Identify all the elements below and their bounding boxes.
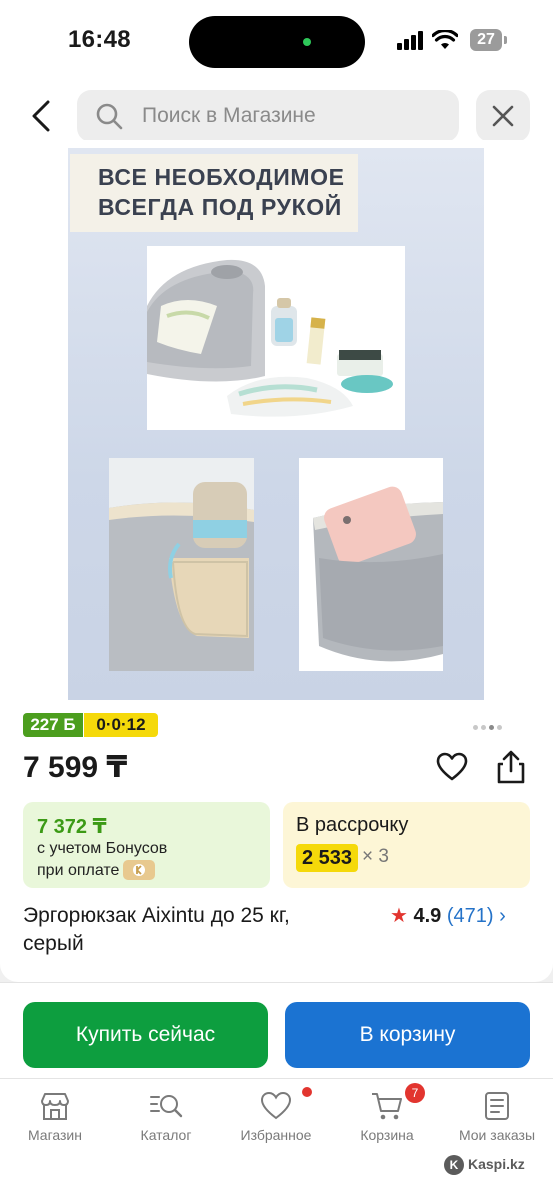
tab-label: Каталог — [140, 1127, 192, 1143]
bottle-pocket-illustration — [109, 458, 254, 671]
favorites-notification-dot — [302, 1087, 312, 1097]
bonus-note-line2: при оплате — [37, 862, 120, 879]
cellular-signal-icon — [397, 30, 425, 50]
privacy-indicator-dot — [303, 38, 311, 46]
installment-amount: 2 533 — [296, 844, 359, 872]
shop-icon — [41, 1093, 69, 1120]
tab-favorites[interactable]: Избранное — [221, 1091, 331, 1143]
installment-label: В рассрочку — [296, 814, 409, 836]
bonus-note-line1: с учетом Бонусов — [37, 840, 168, 857]
back-button[interactable] — [24, 96, 60, 136]
cart-count-badge: 7 — [405, 1083, 425, 1103]
status-time: 16:48 — [68, 26, 131, 53]
battery-tip — [504, 36, 507, 44]
product-image-carousel[interactable]: ВСЕ НЕОБХОДИМОЕ ВСЕГДА ПОД РУКОЙ — [68, 148, 484, 700]
close-icon — [492, 105, 514, 127]
share-button[interactable] — [495, 750, 527, 784]
battery-icon: 27 — [470, 29, 502, 51]
watermark-text: Kaspi.kz — [468, 1156, 525, 1172]
tab-catalog[interactable]: Каталог — [111, 1091, 221, 1143]
tab-cart[interactable]: Корзина — [332, 1091, 442, 1143]
product-card: ВСЕ НЕОБХОДИМОЕ ВСЕГДА ПОД РУКОЙ 227 Б 0… — [0, 140, 553, 982]
product-price: 7 599 ₸ — [23, 751, 128, 784]
tab-label: Избранное — [240, 1127, 312, 1143]
status-bar: 16:48 27 — [0, 0, 553, 80]
close-button[interactable] — [476, 90, 530, 142]
rating-value: 4.9 — [413, 905, 442, 927]
installment-box[interactable]: В рассрочку 2 533 × 3 — [283, 802, 530, 888]
installment-term: × 3 — [362, 846, 389, 867]
search-input[interactable]: Поиск в Магазине — [77, 90, 459, 142]
tab-shop[interactable]: Магазин — [0, 1091, 110, 1143]
kaspi-logo-icon: K — [444, 1155, 464, 1175]
carousel-dot-active — [489, 725, 494, 730]
rating-reviews-link[interactable]: ★ 4.9 (471) › — [390, 903, 506, 928]
product-title: Эргорюкзак Aixintu до 25 кг, серый — [23, 904, 290, 955]
tab-label: Корзина — [360, 1127, 414, 1143]
carousel-dot — [473, 725, 478, 730]
favorite-button[interactable] — [436, 752, 468, 782]
chevron-right-icon: › — [499, 905, 506, 927]
image-caption-line1: ВСЕ НЕОБХОДИМОЕ — [98, 164, 345, 190]
product-photo-main — [147, 246, 405, 430]
product-photo-phone-pocket — [299, 458, 443, 671]
bonus-price-box[interactable]: 7 372 ₸ с учетом Бонусов при оплате — [23, 802, 270, 888]
image-caption-line2: ВСЕГДА ПОД РУКОЙ — [98, 194, 342, 220]
purchase-actions: Купить сейчас В корзину — [0, 982, 553, 1079]
search-placeholder: Поиск в Магазине — [142, 104, 316, 127]
orders-icon — [485, 1092, 509, 1120]
catalog-search-icon — [150, 1095, 183, 1118]
phone-pocket-illustration — [299, 458, 443, 671]
cart-icon — [372, 1093, 402, 1120]
carousel-dot — [497, 725, 502, 730]
dynamic-island — [189, 16, 365, 68]
hip-seat-with-accessories-illustration — [147, 259, 393, 417]
bonus-price: 7 372 ₸ — [37, 816, 107, 838]
buy-now-button[interactable]: Купить сейчас — [23, 1002, 268, 1068]
installment-badge: 0·0·12 — [84, 713, 158, 737]
tab-label: Мои заказы — [458, 1127, 536, 1143]
reviews-count: (471) — [446, 905, 494, 927]
tab-label: Магазин — [27, 1127, 82, 1143]
add-to-cart-button[interactable]: В корзину — [285, 1002, 530, 1068]
search-icon — [96, 103, 123, 130]
star-icon: ★ — [390, 905, 408, 927]
kaspi-gold-card-icon — [123, 860, 155, 880]
product-photo-bottle-pocket — [109, 458, 254, 671]
bottom-tab-bar: Магазин Каталог Избранное Корзина Мои за… — [0, 1078, 553, 1201]
tab-orders[interactable]: Мои заказы — [442, 1091, 552, 1143]
wifi-icon — [432, 30, 458, 49]
carousel-dot — [481, 725, 486, 730]
carousel-pagination — [473, 717, 505, 730]
heart-icon — [260, 1091, 292, 1120]
bonus-badge: 227 Б — [23, 713, 83, 737]
image-caption-banner: ВСЕ НЕОБХОДИМОЕ ВСЕГДА ПОД РУКОЙ — [70, 154, 358, 232]
